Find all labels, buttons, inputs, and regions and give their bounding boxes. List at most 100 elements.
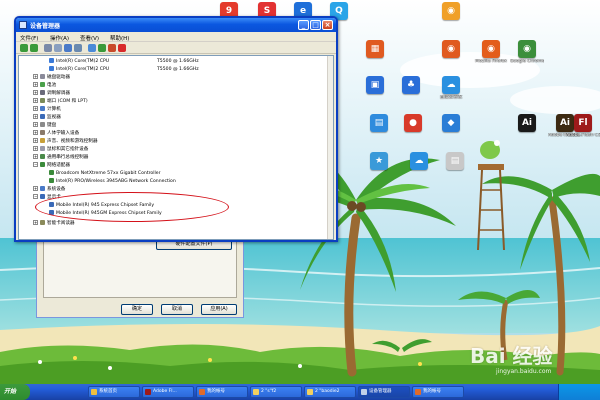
desktop-icon[interactable]: ◆ xyxy=(434,114,468,133)
desktop-icon[interactable]: ▤ xyxy=(438,152,472,171)
desktop-icon[interactable]: ◉ xyxy=(434,2,468,21)
taskbar-item-label: 设备管理器 xyxy=(369,389,392,394)
category-label: 系统设备 xyxy=(47,187,66,192)
app-icon: ◉ xyxy=(482,40,500,58)
menu-action[interactable]: 操作(A) xyxy=(50,34,69,42)
desktop-icon[interactable]: ☁ 百度云管家 xyxy=(434,76,468,100)
collapse-icon[interactable]: − xyxy=(33,194,38,199)
tree-row-processor[interactable]: Intel(R) Core(TM)2 CPU T5500 @ 1.66GHz xyxy=(49,66,199,74)
print-icon[interactable] xyxy=(54,44,62,52)
close-button[interactable]: × xyxy=(322,20,333,30)
taskbar-item[interactable]: 系统首页 xyxy=(88,386,140,398)
app-icon: ☁ xyxy=(410,152,428,170)
app-icon: Ai xyxy=(518,114,536,132)
expand-icon[interactable]: + xyxy=(33,106,38,111)
menu-file[interactable]: 文件(F) xyxy=(20,34,38,42)
vertical-scrollbar[interactable] xyxy=(327,56,333,239)
properties-icon[interactable] xyxy=(44,44,52,52)
start-button[interactable]: 开始 xyxy=(0,384,30,400)
tree-category-computer[interactable]: + 计算机 xyxy=(33,106,61,114)
device-model: T5500 @ 1.66GHz xyxy=(157,59,199,64)
app-icon: ◆ xyxy=(442,114,460,132)
taskbar-item-active[interactable]: 设备管理器 xyxy=(358,386,410,398)
tree-category-hid[interactable]: + 人体学输入设备 xyxy=(33,130,79,138)
desktop-icon[interactable]: FlAdobe Flash CS4 Prof... xyxy=(566,114,600,138)
uninstall-device-icon[interactable] xyxy=(118,44,126,52)
collapse-icon[interactable]: − xyxy=(33,162,38,167)
expand-icon[interactable]: + xyxy=(33,122,38,127)
maximize-button[interactable]: □ xyxy=(310,20,321,30)
app-icon: ◉ xyxy=(442,40,460,58)
tree-category-sound[interactable]: + 声音、视频和游戏控制器 xyxy=(33,138,98,146)
desktop-icon-label: Adobe Flash CS4 Prof... xyxy=(566,133,600,138)
network-card-icon xyxy=(49,170,54,175)
monitor-icon[interactable] xyxy=(74,44,82,52)
apply-button[interactable]: 应用(A) xyxy=(201,304,237,315)
tree-category-monitor[interactable]: + 监视器 xyxy=(33,114,61,122)
desktop-icon[interactable]: ◉ xyxy=(434,40,468,59)
taskbar-item-label: 我的帐号 xyxy=(207,389,225,394)
expand-icon[interactable]: + xyxy=(33,154,38,159)
desktop-icon[interactable]: ◉ Google Chrome xyxy=(510,40,544,64)
tree-category-modem[interactable]: + 调制解调器 xyxy=(33,90,70,98)
expand-icon[interactable]: + xyxy=(33,220,38,225)
minimize-button[interactable]: _ xyxy=(298,20,309,30)
title-bar[interactable]: 设备管理器 _ □ × xyxy=(16,18,336,32)
category-label: 磁盘驱动器 xyxy=(47,75,70,80)
update-driver-icon[interactable] xyxy=(98,44,106,52)
back-icon[interactable] xyxy=(20,44,28,52)
expand-icon[interactable]: + xyxy=(33,90,38,95)
tree-category-system[interactable]: + 系统设备 xyxy=(33,186,65,194)
tree-category-smartcard[interactable]: + 智能卡阅读器 xyxy=(33,220,75,228)
expand-icon[interactable]: + xyxy=(33,138,38,143)
app-icon xyxy=(199,389,205,395)
tree-category-keyboard[interactable]: + 键盘 xyxy=(33,122,56,130)
tree-category-battery[interactable]: + 电池 xyxy=(33,82,56,90)
tree-category-mouse[interactable]: + 鼠标和其它指针设备 xyxy=(33,146,88,154)
desktop-icon[interactable]: ♣ xyxy=(394,76,428,95)
desktop-icon[interactable]: ★ xyxy=(362,152,396,171)
help-icon[interactable] xyxy=(64,44,72,52)
menu-help[interactable]: 帮助(H) xyxy=(110,34,129,42)
expand-icon[interactable]: + xyxy=(33,82,38,87)
desktop-icon[interactable]: ☁ xyxy=(402,152,436,171)
tree-category-disk[interactable]: + 磁盘驱动器 xyxy=(33,74,70,82)
app-icon: ♣ xyxy=(402,76,420,94)
desktop-icon[interactable]: Ai xyxy=(510,114,544,133)
tree-category-ports[interactable]: + 端口 (COM 和 LPT) xyxy=(33,98,88,106)
expand-icon[interactable]: + xyxy=(33,186,38,191)
ok-button[interactable]: 确定 xyxy=(121,304,153,315)
tree-row-processor[interactable]: Intel(R) Core(TM)2 CPU T5500 @ 1.66GHz xyxy=(49,58,199,66)
tree-category-usb[interactable]: + 通用串行总线控制器 xyxy=(33,154,88,162)
desktop-icon[interactable]: ▤ xyxy=(362,114,396,133)
menu-view[interactable]: 查看(V) xyxy=(80,34,99,42)
app-icon: ▤ xyxy=(446,152,464,170)
taskbar-item[interactable]: 2 "baodie2 xyxy=(304,386,356,398)
taskbar-item[interactable]: 我的帐号 xyxy=(196,386,248,398)
category-label: 端口 (COM 和 LPT) xyxy=(47,99,88,104)
display-adapter-icon xyxy=(40,194,45,199)
expand-icon[interactable]: + xyxy=(33,74,38,79)
expand-icon[interactable]: + xyxy=(33,130,38,135)
app-icon: ★ xyxy=(370,152,388,170)
tree-row-network-device[interactable]: Broadcom NetXtreme 57xx Gigabit Controll… xyxy=(49,170,161,178)
disable-device-icon[interactable] xyxy=(108,44,116,52)
scan-hardware-icon[interactable] xyxy=(88,44,96,52)
expand-icon[interactable]: + xyxy=(33,114,38,119)
taskbar-item[interactable]: Adobe Fl... xyxy=(142,386,194,398)
desktop-icon[interactable]: ▣ xyxy=(358,76,392,95)
taskbar-item[interactable]: 2 "s"f2 xyxy=(250,386,302,398)
system-tray xyxy=(558,384,600,400)
taskbar-item[interactable]: 我的帐号 xyxy=(412,386,464,398)
expand-icon[interactable]: + xyxy=(33,98,38,103)
desktop-icon[interactable]: ◉ Mozilla Firefox xyxy=(474,40,508,64)
tree-category-network[interactable]: − 网络适配器 xyxy=(33,162,70,170)
device-name: Broadcom NetXtreme 57xx Gigabit Controll… xyxy=(56,171,161,176)
expand-icon[interactable]: + xyxy=(33,146,38,151)
cancel-button[interactable]: 取消 xyxy=(161,304,193,315)
forward-icon[interactable] xyxy=(30,44,38,52)
desktop-icon[interactable]: ▦ xyxy=(358,40,392,59)
category-label: 计算机 xyxy=(47,107,61,112)
desktop-icon[interactable]: ● xyxy=(396,114,430,133)
tree-row-network-device[interactable]: Intel(R) PRO/Wireless 3945ABG Network Co… xyxy=(49,178,176,186)
